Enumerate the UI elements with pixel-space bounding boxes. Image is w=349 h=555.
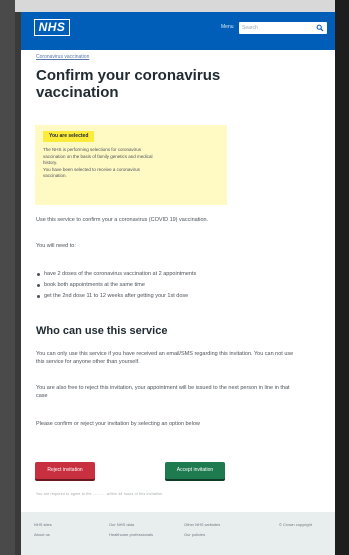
footer-link[interactable]: NHS sites: [34, 522, 52, 527]
who-heading: Who can use this service: [36, 325, 168, 337]
device-bezel-right: [335, 0, 349, 555]
footer-link[interactable]: About us: [34, 532, 50, 537]
page-title: Confirm your coronavirus vaccination: [36, 67, 221, 101]
phone-screen: NHS Menu Search Coronavirus vaccination …: [21, 12, 335, 555]
search-input[interactable]: Search: [242, 25, 258, 31]
list-item: book both appointments at the same time: [36, 281, 296, 289]
menu-button[interactable]: Menu: [221, 24, 234, 30]
footer-link[interactable]: Our NHS data: [109, 522, 134, 527]
footer-link[interactable]: Healthcare professionals: [109, 532, 153, 537]
intro-text: Use this service to confirm your a coron…: [36, 217, 209, 223]
footer-link[interactable]: Other NHS websites: [184, 522, 220, 527]
list-item: have 2 doses of the coronavirus vaccinat…: [36, 270, 296, 278]
you-will-need-text: You will need to:: [36, 243, 76, 249]
reject-invitation-button[interactable]: Reject invitation: [35, 462, 95, 479]
footer-link[interactable]: Our policies: [184, 532, 205, 537]
selected-panel: You are selected The NHS is performing s…: [35, 125, 227, 205]
panel-line: vaccination.: [43, 173, 67, 178]
search-box[interactable]: Search: [239, 22, 327, 34]
site-header: NHS Menu Search: [21, 12, 335, 50]
who-paragraph: Please confirm or reject your invitation…: [36, 421, 200, 427]
search-icon[interactable]: [316, 24, 324, 32]
selected-panel-text: The NHS is performing selections for cor…: [43, 147, 193, 180]
device-bezel-left: [0, 0, 15, 555]
who-paragraph: You can only use this service if you hav…: [36, 351, 294, 365]
site-footer: NHS sites About us Our NHS data Healthca…: [21, 512, 335, 555]
nhs-logo[interactable]: NHS: [34, 19, 70, 36]
who-paragraph: You are also free to reject this invitat…: [36, 385, 290, 399]
requirements-list: have 2 doses of the coronavirus vaccinat…: [36, 270, 296, 303]
selected-tag: You are selected: [43, 131, 95, 142]
fine-print: You are required to agree to the .......…: [36, 492, 163, 496]
accept-invitation-button[interactable]: Accept invitation: [165, 462, 225, 479]
device-frame-top: [0, 0, 349, 12]
list-item: get the 2nd dose 11 to 12 weeks after ge…: [36, 292, 296, 300]
breadcrumb-link[interactable]: Coronavirus vaccination: [36, 54, 89, 60]
copyright: © Crown copyright: [279, 522, 312, 527]
